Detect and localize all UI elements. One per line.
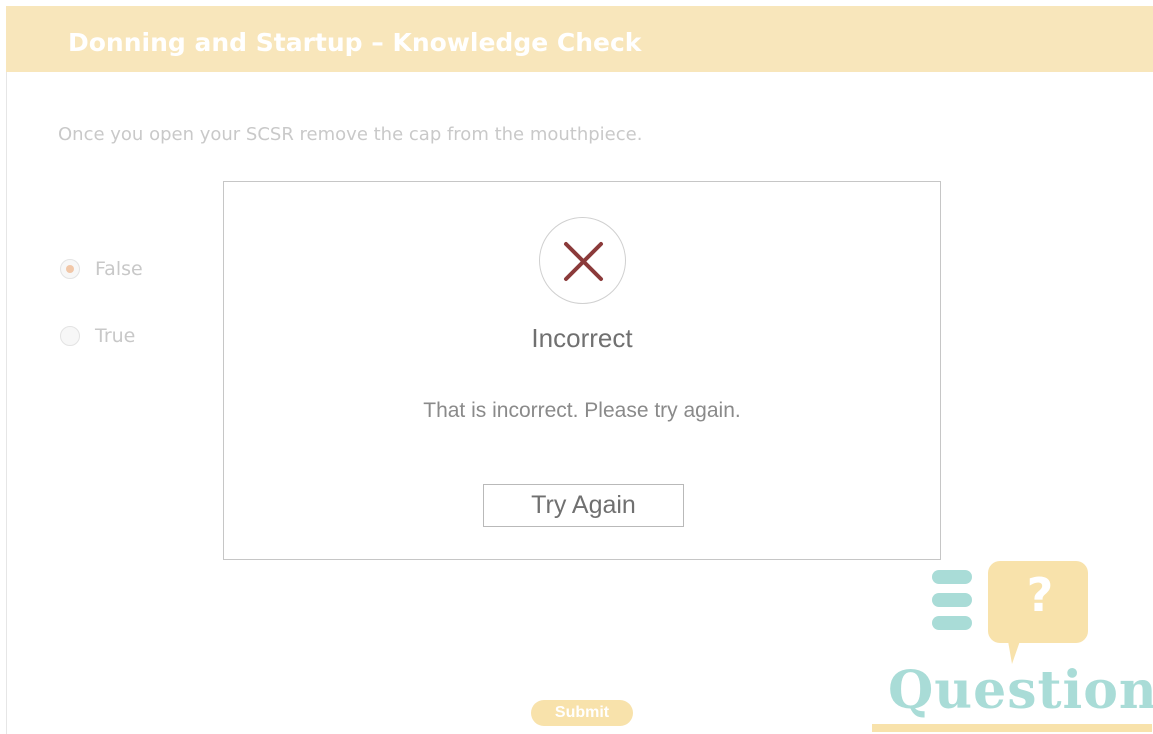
- question-logo-underline: [872, 724, 1152, 732]
- list-line-1: [932, 570, 972, 584]
- list-line-3: [932, 616, 972, 630]
- radio-false[interactable]: [60, 259, 80, 279]
- option-true[interactable]: True: [60, 324, 135, 348]
- list-line-2: [932, 593, 972, 607]
- page-title: Donning and Startup – Knowledge Check: [68, 28, 642, 57]
- option-true-label: True: [95, 325, 136, 347]
- question-text: Once you open your SCSR remove the cap f…: [58, 124, 643, 145]
- try-again-button[interactable]: Try Again: [483, 484, 684, 527]
- option-false-label: False: [95, 258, 143, 280]
- question-mark-icon: ?: [1026, 568, 1054, 622]
- submit-button[interactable]: Submit: [531, 700, 633, 726]
- option-false[interactable]: False: [60, 257, 143, 281]
- question-logo-word: Question: [888, 660, 1153, 721]
- dialog-message: That is incorrect. Please try again.: [423, 399, 741, 422]
- dialog-title: Incorrect: [531, 323, 633, 353]
- title-bar: Donning and Startup – Knowledge Check: [6, 6, 1153, 72]
- radio-true[interactable]: [60, 326, 80, 346]
- feedback-dialog: Incorrect That is incorrect. Please try …: [223, 181, 941, 560]
- x-icon: [539, 217, 626, 304]
